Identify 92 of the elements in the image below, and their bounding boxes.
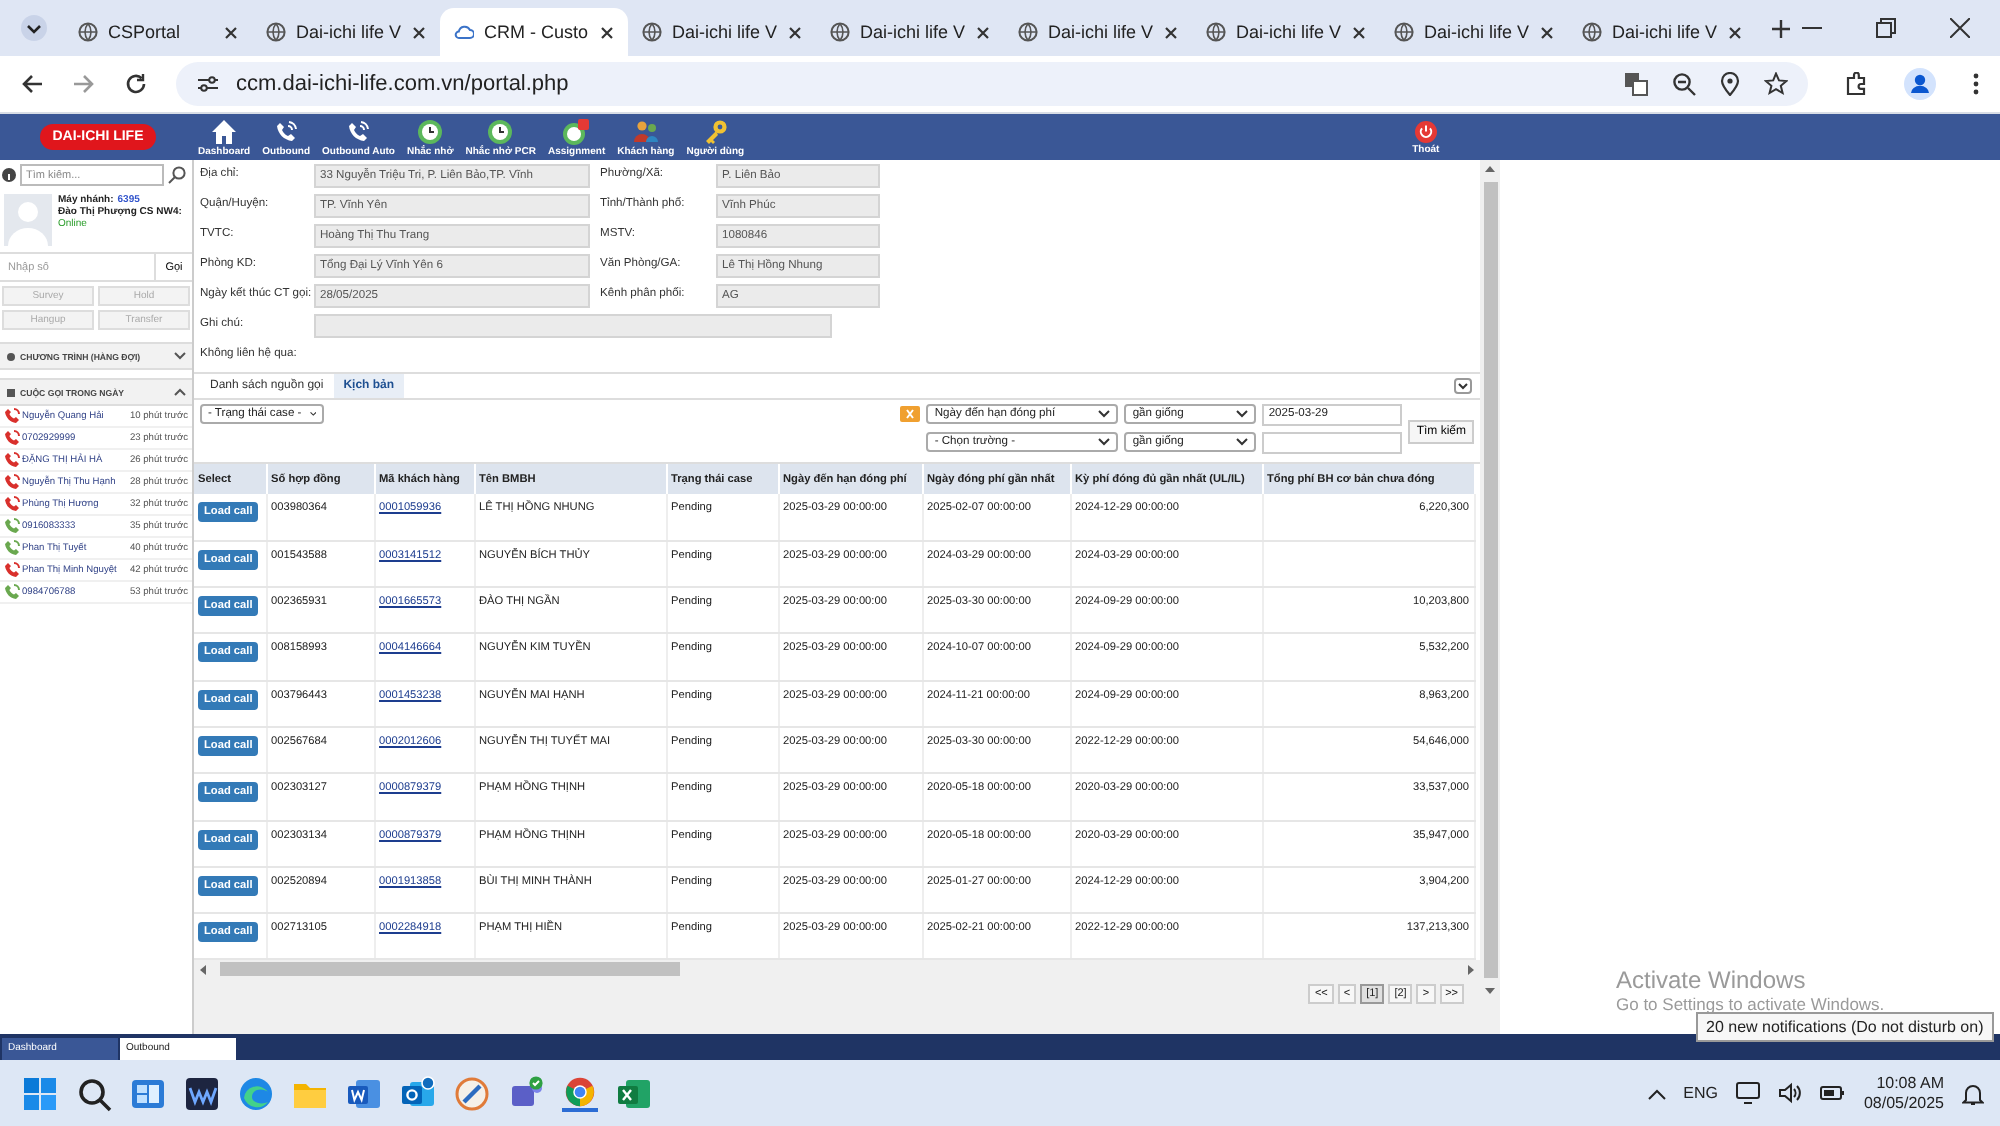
widgets-icon[interactable]: [130, 1075, 166, 1111]
clock-badge-icon: [562, 117, 591, 145]
close-icon[interactable]: [788, 25, 802, 39]
close-icon[interactable]: [412, 25, 426, 39]
scroll-down-icon: [1484, 986, 1496, 996]
windows-logo-icon[interactable]: [22, 1075, 58, 1111]
cloud-icon: [454, 22, 474, 42]
close-icon[interactable]: [1950, 18, 1970, 38]
chat-app-icon[interactable]: [508, 1075, 544, 1111]
notification-bell-icon[interactable]: [1962, 1081, 1984, 1105]
globe-icon: [1206, 22, 1226, 42]
globe-icon: [642, 22, 662, 42]
note-field[interactable]: [314, 313, 832, 337]
extensions-icon[interactable]: [1844, 72, 1868, 96]
caret-down-icon: [174, 352, 186, 360]
activation-title: Activate Windows: [1616, 966, 1808, 994]
close-icon[interactable]: [1164, 25, 1178, 39]
globe-icon: [266, 22, 286, 42]
reload-icon[interactable]: [124, 72, 148, 96]
scroll-right-icon: [1466, 963, 1476, 976]
browser-tab[interactable]: Dai-ichi life V: [816, 8, 1004, 56]
zoom-icon[interactable]: [1672, 72, 1696, 96]
dropdown-caret-icon: [1236, 410, 1249, 418]
close-icon[interactable]: [1540, 25, 1554, 39]
browser-icon[interactable]: [238, 1075, 274, 1111]
browser-tab[interactable]: Dai-ichi life V: [628, 8, 816, 56]
dropdown-caret-icon: [1098, 438, 1111, 446]
browser-tab[interactable]: CSPortal: [64, 8, 252, 56]
home-icon: [210, 117, 239, 145]
globe-icon: [1582, 22, 1602, 42]
activation-text: Go to Settings to activate Windows.: [1616, 994, 1885, 1014]
close-icon[interactable]: [976, 25, 990, 39]
battery-icon[interactable]: [1819, 1082, 1846, 1104]
chevron-up-icon[interactable]: [1647, 1087, 1666, 1099]
search-icon[interactable]: [76, 1075, 112, 1111]
chrome-icon[interactable]: [562, 1075, 598, 1111]
close-icon[interactable]: [600, 25, 614, 39]
clock[interactable]: 10:08 AM 08/05/2025: [1863, 1073, 1944, 1113]
waveform-app-icon[interactable]: [184, 1075, 220, 1111]
globe-icon: [78, 22, 98, 42]
globe-icon: [1394, 22, 1414, 42]
mail-app-icon[interactable]: [400, 1075, 436, 1111]
clock-icon: [486, 117, 515, 145]
browser-tab[interactable]: Dai-ichi life V: [1380, 8, 1568, 56]
network-icon[interactable]: [1735, 1082, 1760, 1104]
spreadsheet-app-icon[interactable]: [616, 1075, 652, 1111]
dropdown-caret-icon: [1098, 410, 1111, 418]
clock-icon: [416, 117, 445, 145]
new-tab-icon[interactable]: [1772, 19, 1790, 37]
volume-icon[interactable]: [1777, 1082, 1802, 1104]
url-text: ccm.dai-ichi-life.com.vn/portal.php: [236, 72, 571, 96]
site-info-icon[interactable]: [196, 74, 220, 94]
scrollbar-thumb[interactable]: [1483, 182, 1497, 978]
document-app-icon[interactable]: [346, 1075, 382, 1111]
scroll-up-icon: [1484, 164, 1496, 174]
translate-icon[interactable]: [1624, 72, 1648, 96]
phone-icon: [272, 117, 301, 145]
star-icon[interactable]: [1764, 72, 1788, 96]
restore-icon[interactable]: [1876, 18, 1896, 38]
power-icon: [1413, 119, 1438, 143]
dropdown-caret-icon: [309, 410, 316, 418]
collapse-icon[interactable]: [1454, 378, 1472, 394]
scrollbar-thumb[interactable]: [220, 962, 680, 977]
list-icon: [6, 387, 16, 397]
list-icon: [6, 351, 16, 361]
language-indicator[interactable]: ENG: [1683, 1084, 1718, 1102]
location-pin-icon[interactable]: [1720, 72, 1740, 96]
people-icon: [631, 117, 660, 145]
tab-list-icon[interactable]: [20, 14, 48, 42]
forward-icon[interactable]: [72, 72, 96, 96]
browser-tab[interactable]: Dai-ichi life V: [252, 8, 440, 56]
globe-icon: [830, 22, 850, 42]
notification-tooltip: 20 new notifications (Do not disturb on): [1696, 1012, 1994, 1042]
close-icon[interactable]: [224, 25, 238, 39]
browser-tab[interactable]: Dai-ichi life V: [1004, 8, 1192, 56]
more-options-icon[interactable]: [1972, 72, 1980, 96]
paint-app-icon[interactable]: [454, 1075, 490, 1111]
browser-tab[interactable]: CRM - Custo: [440, 8, 628, 56]
dropdown-caret-icon: [1236, 438, 1249, 446]
address-bar[interactable]: ccm.dai-ichi-life.com.vn/portal.php: [176, 62, 1808, 106]
close-icon[interactable]: [1728, 25, 1742, 39]
browser-tab[interactable]: Dai-ichi life V: [1192, 8, 1380, 56]
caret-up-icon: [174, 388, 186, 396]
globe-icon: [1018, 22, 1038, 42]
phone-icon: [344, 117, 373, 145]
back-icon[interactable]: [20, 72, 44, 96]
close-icon[interactable]: [1352, 25, 1366, 39]
browser-tab[interactable]: Dai-ichi life V: [1568, 8, 1756, 56]
profile-avatar-icon[interactable]: [1904, 68, 1936, 100]
value-field[interactable]: [1262, 432, 1403, 454]
search-icon[interactable]: [168, 166, 186, 184]
scroll-left-icon: [198, 963, 208, 976]
